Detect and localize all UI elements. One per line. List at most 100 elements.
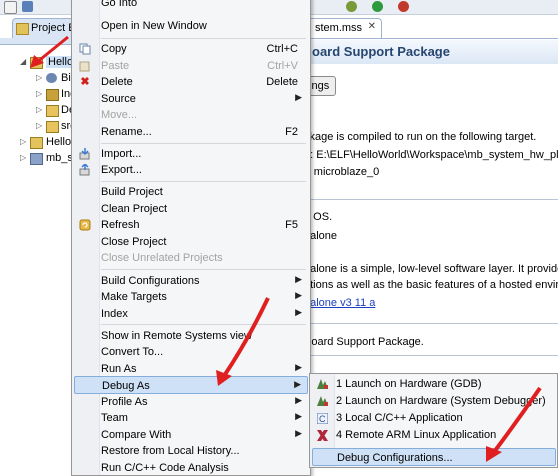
menu-item-copy[interactable]: Copy Ctrl+C (74, 41, 308, 57)
menu-item-make-targets[interactable]: Make Targets ▶ (74, 289, 308, 305)
run-icon[interactable] (372, 1, 383, 12)
local-c-cpp-application[interactable]: C 3 Local C/C++ Application (312, 410, 556, 427)
menu-item-shortcut: F5 (285, 219, 298, 231)
menu-item-source[interactable]: Source ▶ (74, 91, 308, 107)
refresh-icon (79, 219, 91, 231)
menu-item-export[interactable]: Export... (74, 162, 308, 178)
menu-item-delete[interactable]: ✖ Delete Delete (74, 74, 308, 90)
menu-item-label: Import... (101, 148, 142, 160)
section-divider (304, 199, 558, 200)
menu-item-build-project[interactable]: Build Project (74, 184, 308, 200)
menu-item-debug-as[interactable]: Debug As ▶ (74, 376, 308, 394)
project-tree: ◢ HelloW ▷ Bin ▷ Inc ▷ De ▷ src ▷ Hellow… (0, 46, 86, 468)
menu-separator (101, 38, 306, 39)
close-icon[interactable]: ✕ (368, 21, 376, 32)
menu-item-run-as[interactable]: Run As ▶ (74, 361, 308, 377)
menu-item-convert-to[interactable]: Convert To... (74, 344, 308, 360)
submenu-item-label: 4 Remote ARM Linux Application (336, 429, 497, 441)
external-tools-icon[interactable] (398, 1, 409, 12)
menu-item-label: Build Project (101, 186, 163, 198)
launch-on-hardware-system-debugger[interactable]: 2 Launch on Hardware (System Debugger) (312, 393, 556, 410)
os-version-link[interactable]: dalone v3 11 a (304, 297, 375, 309)
editor-title: oard Support Package (312, 44, 450, 59)
launch-on-hardware-gdb[interactable]: 1 Launch on Hardware (GDB) (312, 376, 556, 393)
menu-item-profile-as[interactable]: Profile As ▶ (74, 394, 308, 410)
submenu-arrow-icon: ▶ (295, 290, 302, 300)
menu-item-label: Close Project (101, 236, 167, 248)
menu-item-close-project[interactable]: Close Project (74, 234, 308, 250)
menu-item-label: Team (101, 412, 128, 424)
menu-item-label: Make Targets (101, 291, 167, 303)
expand-icon[interactable]: ▷ (20, 137, 26, 146)
submenu-item-label: 3 Local C/C++ Application (336, 412, 463, 424)
submenu-item-label: 2 Launch on Hardware (System Debugger) (336, 395, 546, 407)
menu-item-label: Rename... (101, 126, 152, 138)
editor-tab-system-mss[interactable]: stem.mss ✕ (304, 18, 382, 39)
editor-header: oard Support Package (304, 40, 558, 64)
paste-icon (79, 60, 91, 72)
menu-item-label: Source (101, 93, 136, 105)
debug-as-submenu: 1 Launch on Hardware (GDB) 2 Launch on H… (309, 373, 558, 468)
menu-item-label: Copy (101, 43, 127, 55)
collapse-icon[interactable]: ◢ (20, 57, 26, 66)
menu-item-label: Index (101, 308, 128, 320)
menu-item-import[interactable]: Import... (74, 146, 308, 162)
menu-separator (101, 143, 306, 144)
menu-item-show-in-remote-systems[interactable]: Show in Remote Systems view (74, 328, 308, 344)
menu-item-shortcut: Ctrl+C (266, 43, 298, 55)
menu-item-label: Convert To... (101, 346, 164, 358)
editor-tab-label: stem.mss (315, 22, 363, 34)
expand-icon[interactable]: ▷ (36, 73, 42, 82)
debug-configurations[interactable]: Debug Configurations... (312, 448, 556, 466)
submenu-item-label: Debug Configurations... (337, 452, 453, 464)
menu-item-label: Compare With (101, 429, 172, 441)
project-icon (30, 57, 43, 69)
debug-icon[interactable] (346, 1, 357, 12)
project-icon (30, 137, 43, 149)
menu-item-go-into[interactable]: Go Into (74, 0, 308, 11)
submenu-arrow-icon: ▶ (295, 307, 302, 317)
submenu-item-label: 1 Launch on Hardware (GDB) (336, 378, 482, 390)
project-icon (30, 153, 43, 165)
menu-item-rename[interactable]: Rename... F2 (74, 124, 308, 140)
submenu-arrow-icon: ▶ (295, 92, 302, 102)
remote-arm-linux-application[interactable]: 4 Remote ARM Linux Application (312, 427, 556, 444)
menu-item-paste[interactable]: Paste Ctrl+V (74, 58, 308, 74)
menu-item-close-unrelated-projects[interactable]: Close Unrelated Projects (74, 250, 308, 266)
editor-text-line: r: microblaze_0 (304, 166, 380, 178)
menu-item-move[interactable]: Move... (74, 107, 308, 123)
menu-item-run-code-analysis[interactable]: Run C/C++ Code Analysis (74, 460, 308, 476)
delete-icon: ✖ (80, 76, 90, 88)
save-icon[interactable] (22, 1, 33, 12)
hardware-gdb-icon (317, 379, 328, 390)
expand-icon[interactable]: ▷ (36, 121, 42, 130)
system-debugger-icon (317, 396, 328, 407)
remote-linux-icon (317, 430, 328, 441)
menu-item-shortcut: Delete (266, 76, 298, 88)
section-divider (304, 355, 558, 356)
menu-item-label: Paste (101, 60, 130, 72)
expand-icon[interactable]: ▷ (36, 105, 42, 114)
menu-item-label: Move... (101, 109, 138, 121)
folder-icon (46, 121, 59, 133)
menu-item-team[interactable]: Team ▶ (74, 410, 308, 426)
submenu-arrow-icon: ▶ (295, 362, 302, 372)
menu-item-label: Refresh (101, 219, 140, 231)
menu-item-label: Debug As (102, 380, 150, 392)
menu-item-label: Restore from Local History... (101, 445, 240, 457)
menu-item-label: Profile As (101, 396, 148, 408)
new-icon[interactable] (4, 1, 17, 14)
menu-item-compare-with[interactable]: Compare With ▶ (74, 427, 308, 443)
menu-item-clean-project[interactable]: Clean Project (74, 201, 308, 217)
svg-text:C: C (319, 414, 326, 424)
menu-item-index[interactable]: Index ▶ (74, 306, 308, 322)
expand-icon[interactable]: ▷ (36, 89, 42, 98)
menu-item-label: Close Unrelated Projects (101, 252, 223, 264)
menu-item-label: Delete (101, 76, 133, 88)
menu-item-restore-from-local-history[interactable]: Restore from Local History... (74, 443, 308, 459)
menu-item-refresh[interactable]: Refresh F5 (74, 217, 308, 233)
menu-item-open-in-new-window[interactable]: Open in New Window (74, 18, 308, 34)
expand-icon[interactable]: ▷ (20, 153, 26, 162)
menu-item-build-configurations[interactable]: Build Configurations ▶ (74, 273, 308, 289)
menu-item-label: Open in New Window (101, 20, 207, 32)
